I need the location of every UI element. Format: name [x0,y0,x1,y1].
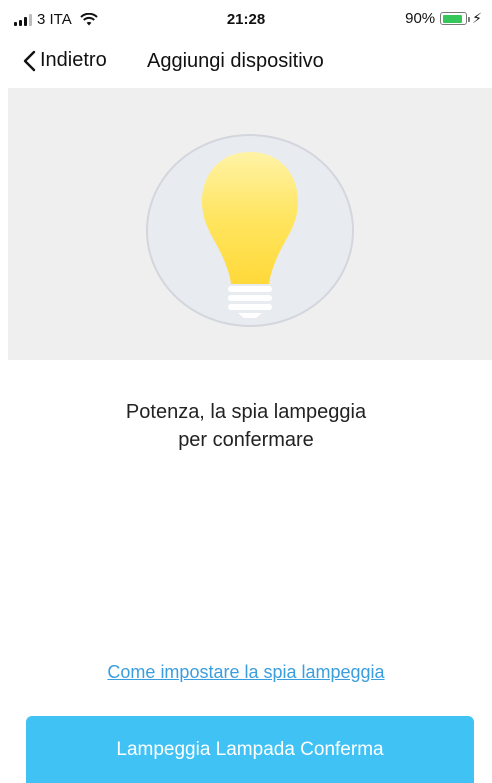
instruction-line-2: per confermare [178,429,314,451]
light-bulb-icon [202,152,298,318]
battery-percent: 90% [405,10,436,27]
confirm-button[interactable]: Lampeggia Lampada Conferma [26,716,474,783]
back-button[interactable]: Indietro [22,49,107,72]
status-right: 90% ⚡︎ [405,10,482,27]
chevron-left-icon [23,50,36,71]
nav-bar: Indietro Aggiungi dispositivo [0,40,492,86]
battery-icon [440,12,471,25]
status-bar: 3 ITA 21:28 90% ⚡︎ [0,0,492,40]
bulb-circle [146,134,354,327]
hero-illustration [8,88,492,360]
page-title: Aggiungi dispositivo [147,50,324,72]
bolt-icon: ⚡︎ [472,10,482,26]
instruction-line-1: Potenza, la spia lampeggia [125,401,367,423]
back-label: Indietro [40,49,107,71]
help-link[interactable]: Come impostare la spia lampeggia [0,662,492,683]
battery-fill [442,14,463,23]
instruction-text: Potenza, la spia lampeggia per confermar… [0,398,492,454]
